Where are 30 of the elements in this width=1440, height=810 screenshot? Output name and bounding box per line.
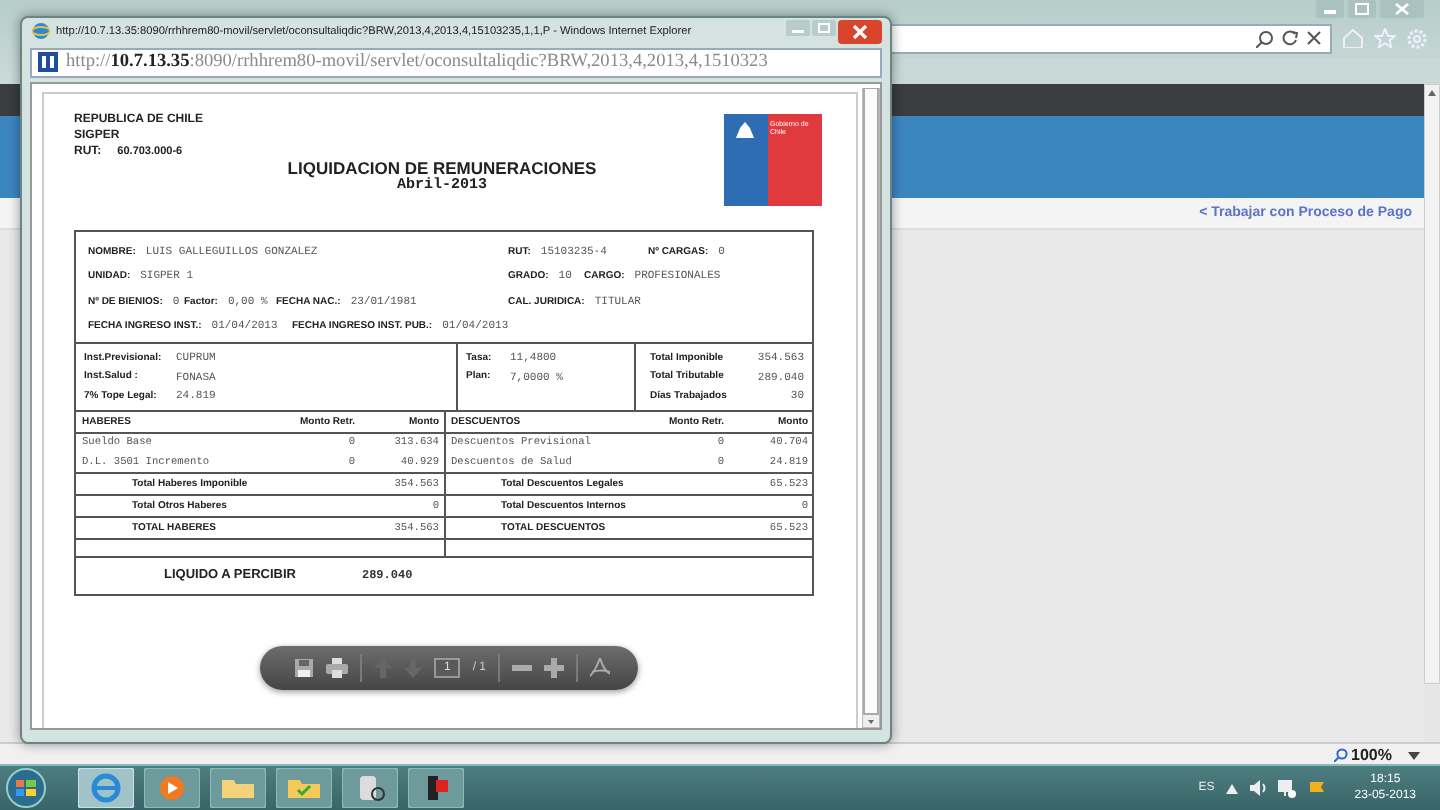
browser-icon[interactable] — [78, 768, 134, 808]
close-icon[interactable] — [1306, 30, 1322, 46]
document-title: LIQUIDACION DE REMUNERACIONES — [287, 158, 597, 178]
url-text: http://10.7.13.35:8090/rrhhrem80-movil/servlet/oconsultaliqdic?BRW,2013,4,2013,4,1510323 — [66, 52, 768, 73]
refresh-icon[interactable] — [1282, 30, 1298, 46]
dropdown-icon[interactable] — [1408, 751, 1420, 759]
page-icon — [38, 52, 58, 73]
address-field[interactable]: http://10.7.13.35:8090/rrhhrem80-movil/servlet/oconsultaliqdic?BRW,2013,4,2013,4,1510323 — [30, 47, 882, 78]
maximize-button[interactable] — [1348, 0, 1376, 18]
magnifier-icon — [1333, 748, 1348, 762]
start-button[interactable] — [4, 768, 48, 808]
folder-icon[interactable] — [276, 768, 332, 808]
arrow-up-icon[interactable] — [1226, 783, 1239, 793]
minimize-button[interactable] — [1316, 0, 1344, 18]
flag-icon[interactable] — [1308, 779, 1327, 797]
print-icon[interactable] — [326, 658, 348, 678]
browser-icon — [32, 22, 50, 41]
save-icon[interactable] — [294, 658, 314, 678]
speaker-icon[interactable] — [1250, 780, 1267, 796]
star-icon[interactable] — [1374, 28, 1396, 48]
media-player-icon[interactable] — [144, 768, 200, 808]
plus-icon[interactable] — [544, 658, 565, 678]
app-icon[interactable] — [408, 768, 464, 808]
zoom-text: 100% — [1351, 746, 1392, 764]
folder-icon[interactable] — [210, 768, 266, 808]
close-button[interactable] — [1380, 0, 1424, 18]
zoom-level[interactable]: 100% — [1333, 746, 1392, 764]
close-button[interactable] — [838, 19, 882, 44]
network-icon[interactable] — [1278, 779, 1297, 797]
search-icon — [1256, 29, 1274, 47]
